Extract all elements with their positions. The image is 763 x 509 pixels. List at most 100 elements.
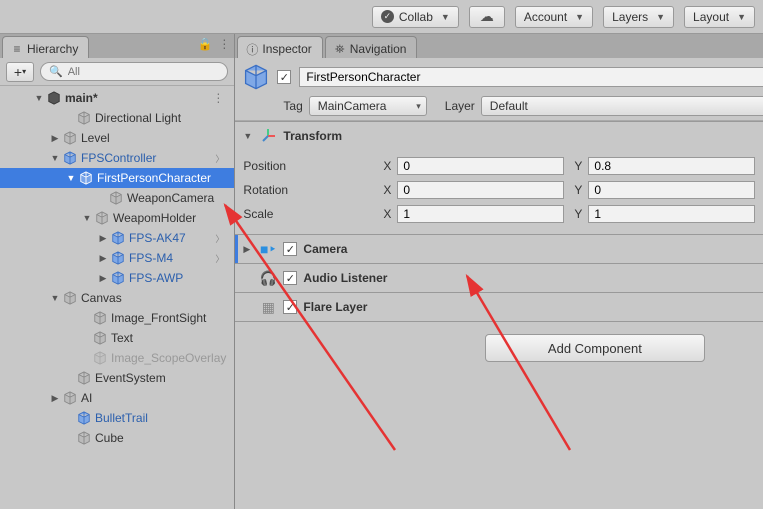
gameobject-icon	[92, 310, 108, 326]
gameobject-icon	[92, 350, 108, 366]
account-button[interactable]: Account ▼	[515, 6, 593, 28]
tree-item-fps-m4[interactable]: ▶ FPS-M4 〉	[0, 248, 234, 268]
fold-icon[interactable]: ▼	[50, 293, 60, 303]
cloud-button[interactable]: ☁	[469, 6, 505, 28]
scene-row[interactable]: ▼ main* ⋮	[0, 88, 234, 108]
tag-dropdown[interactable]: MainCamera	[309, 96, 427, 116]
item-label: Level	[81, 131, 110, 145]
tree-item-weaponholder[interactable]: ▼ WeapomHolder	[0, 208, 234, 228]
active-checkbox[interactable]: ✓	[277, 70, 291, 84]
search-icon: 🔍	[49, 65, 63, 78]
item-label: WeapomHolder	[113, 211, 196, 225]
item-label: FPSController	[81, 151, 156, 165]
fold-icon[interactable]: ▶	[98, 273, 108, 284]
tab-hierarchy[interactable]: ≡ Hierarchy	[2, 36, 89, 58]
tree-item-canvas[interactable]: ▼ Canvas	[0, 288, 234, 308]
tree-item-fpscontroller[interactable]: ▼ FPSController 〉	[0, 148, 234, 168]
item-label: BulletTrail	[95, 411, 148, 425]
position-y-field[interactable]	[588, 157, 755, 175]
tree-item-eventsystem[interactable]: EventSystem	[0, 368, 234, 388]
item-label: AI	[81, 391, 92, 405]
gameobject-name-field[interactable]	[299, 67, 763, 87]
prefab-icon	[62, 150, 78, 166]
add-component-button[interactable]: Add Component	[485, 334, 705, 362]
rotation-y-field[interactable]	[588, 181, 755, 199]
hierarchy-panel: ≡ Hierarchy ⁢🔒 ⋮ +▾ 🔍 ▼ main* ⋮	[0, 34, 235, 509]
tree-item-fps-awp[interactable]: ▶ FPS-AWP	[0, 268, 234, 288]
component-title: Camera	[303, 242, 763, 256]
tree-item-firstpersoncharacter[interactable]: ▼ FirstPersonCharacter	[0, 168, 234, 188]
flare-icon: ▦	[259, 298, 277, 316]
scale-y-field[interactable]	[588, 205, 755, 223]
add-button[interactable]: +▾	[6, 62, 34, 82]
panel-menu-icon[interactable]: ⋮	[218, 37, 230, 51]
component-flare-layer: ▦ ✓ Flare Layer ?⃝ ⇄ ⋮	[235, 292, 763, 322]
item-label: Cube	[95, 431, 124, 445]
chevron-right-icon[interactable]: 〉	[215, 252, 224, 265]
item-label: Directional Light	[95, 111, 181, 125]
collab-button[interactable]: ✓ Collab ▼	[372, 6, 459, 28]
tree-item-text[interactable]: Text	[0, 328, 234, 348]
fold-icon[interactable]: ▼	[66, 173, 76, 183]
gameobject-icon	[62, 390, 78, 406]
cloud-icon: ☁	[480, 8, 494, 25]
prefab-icon	[76, 410, 92, 426]
chevron-right-icon[interactable]: 〉	[215, 152, 224, 165]
scale-x-field[interactable]	[397, 205, 564, 223]
component-header-transform[interactable]: ▼ Transform ?⃝ ⇄ ⋮	[235, 122, 763, 150]
component-enabled-checkbox[interactable]: ✓	[283, 271, 297, 285]
inspector-panel: ⓘ Inspector ⛯ Navigation ⁢🔒 ⋮ ✓	[235, 34, 763, 509]
tree-item-weaponcamera[interactable]: WeaponCamera	[0, 188, 234, 208]
chevron-down-icon: ▼	[575, 12, 584, 22]
fold-icon[interactable]: ▼	[50, 153, 60, 163]
component-enabled-checkbox[interactable]: ✓	[283, 242, 297, 256]
tree-item-bullettrail[interactable]: BulletTrail	[0, 408, 234, 428]
position-x-field[interactable]	[397, 157, 564, 175]
component-header-flare-layer[interactable]: ▦ ✓ Flare Layer ?⃝ ⇄ ⋮	[235, 293, 763, 321]
scale-label: Scale	[243, 207, 373, 221]
search-field[interactable]	[68, 66, 220, 78]
chevron-right-icon[interactable]: 〉	[215, 232, 224, 245]
tree-item-cube[interactable]: Cube	[0, 428, 234, 448]
unity-icon	[46, 90, 62, 106]
item-label: WeaponCamera	[127, 191, 214, 205]
prefab-icon	[110, 270, 126, 286]
layer-dropdown[interactable]: Default	[481, 96, 763, 116]
context-menu-icon[interactable]: ⋮	[212, 91, 224, 105]
info-icon: ⓘ	[246, 43, 258, 55]
layout-button[interactable]: Layout ▼	[684, 6, 755, 28]
panel-lock-icon[interactable]: ⁢🔒	[197, 37, 212, 51]
navigation-icon: ⛯	[334, 43, 346, 55]
fold-icon[interactable]: ▼	[34, 93, 44, 103]
tab-inspector[interactable]: ⓘ Inspector	[237, 36, 322, 58]
gameobject-icon	[243, 64, 269, 90]
tree-item-directional-light[interactable]: Directional Light	[0, 108, 234, 128]
prefab-icon	[110, 230, 126, 246]
fold-icon[interactable]: ▶	[50, 133, 60, 144]
chevron-down-icon: ▼	[737, 12, 746, 22]
tree-item-image-frontsight[interactable]: Image_FrontSight	[0, 308, 234, 328]
fold-icon[interactable]: ▶	[98, 253, 108, 264]
tree-item-ai[interactable]: ▶ AI	[0, 388, 234, 408]
component-header-audio-listener[interactable]: 🎧 ✓ Audio Listener ?⃝ ⇄ ⋮	[235, 264, 763, 292]
search-input[interactable]: 🔍	[40, 62, 228, 81]
item-label: EventSystem	[95, 371, 166, 385]
component-enabled-checkbox[interactable]: ✓	[283, 300, 297, 314]
layers-button[interactable]: Layers ▼	[603, 6, 674, 28]
axis-y-label: Y	[570, 159, 582, 173]
tree-item-fps-ak47[interactable]: ▶ FPS-AK47 〉	[0, 228, 234, 248]
audio-icon: 🎧	[259, 269, 277, 287]
fold-icon[interactable]: ▶	[243, 244, 253, 255]
fold-icon[interactable]: ▼	[243, 131, 253, 141]
account-label: Account	[524, 10, 567, 24]
rotation-label: Rotation	[243, 183, 373, 197]
rotation-x-field[interactable]	[397, 181, 564, 199]
fold-icon[interactable]: ▶	[98, 233, 108, 244]
fold-icon[interactable]: ▼	[82, 213, 92, 223]
tab-navigation[interactable]: ⛯ Navigation	[325, 36, 418, 58]
fold-icon[interactable]: ▶	[50, 393, 60, 404]
collab-label: Collab	[399, 10, 433, 24]
tree-item-level[interactable]: ▶ Level	[0, 128, 234, 148]
component-header-camera[interactable]: ▶ ■‣ ✓ Camera ?⃝ ⇄ ⋮	[235, 235, 763, 263]
tree-item-image-scopeoverlay[interactable]: Image_ScopeOverlay	[0, 348, 234, 368]
